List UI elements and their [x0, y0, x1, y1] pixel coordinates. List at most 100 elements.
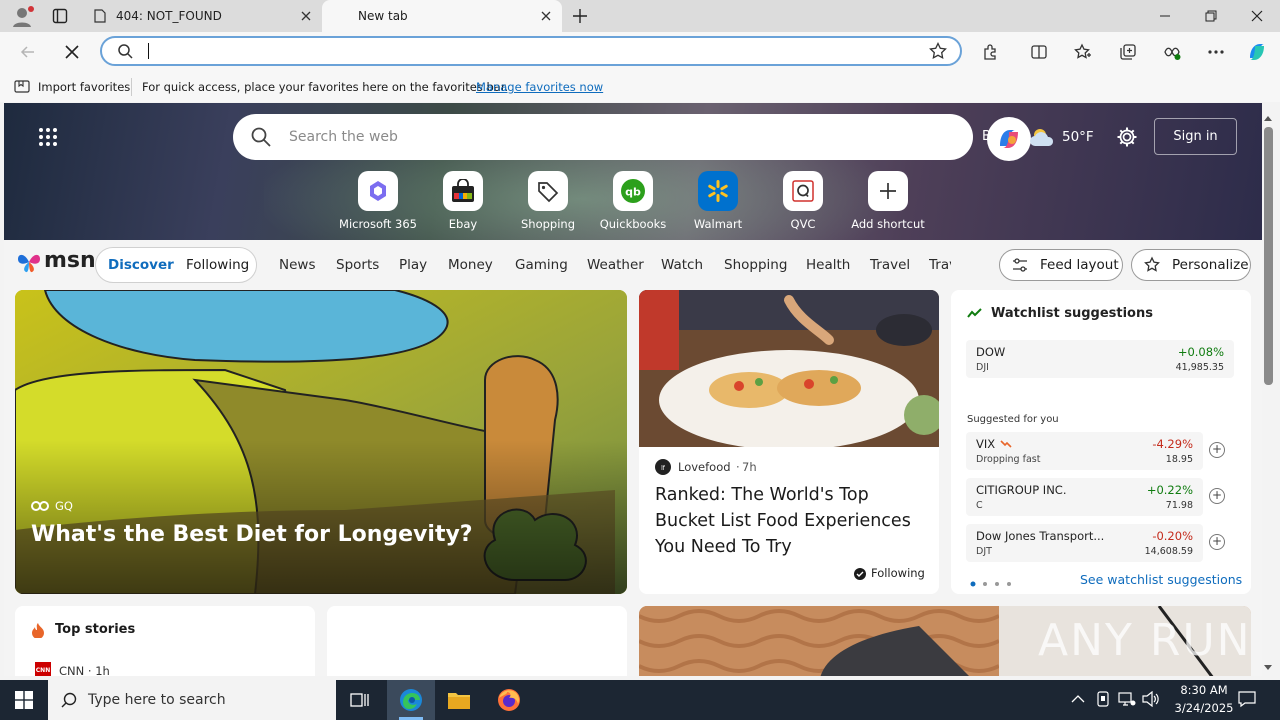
scrollbar-thumb[interactable] [1264, 127, 1273, 385]
add-to-watchlist-icon[interactable]: + [1209, 442, 1225, 458]
walmart-spark-icon [706, 179, 730, 203]
gq-logo-icon [31, 500, 49, 512]
network-icon[interactable] [1118, 691, 1136, 707]
shortcut-shopping[interactable]: Shopping [503, 171, 593, 231]
nav-weather[interactable]: Weather [587, 257, 644, 273]
text-caret [148, 43, 149, 59]
sliders-icon [1012, 258, 1028, 272]
favorite-star-icon[interactable] [929, 42, 947, 60]
watchlist-title[interactable]: Watchlist suggestions [991, 306, 1153, 321]
stock-name: CITIGROUP INC. [976, 483, 1067, 497]
browser-essentials-icon[interactable] [1158, 40, 1186, 64]
apps-grid-icon[interactable] [38, 127, 58, 147]
nav-play[interactable]: Play [399, 257, 427, 273]
web-search-box[interactable]: Search the web [233, 114, 973, 160]
stock-symbol: DJI [976, 362, 989, 373]
watchlist-item-citigroup[interactable]: CITIGROUP INC. C +0.22% 71.98 [966, 478, 1203, 516]
windows-start-icon[interactable] [15, 691, 33, 709]
msn-brand[interactable]: msn [44, 248, 96, 273]
stock-status: Dropping fast [976, 454, 1041, 465]
see-watchlist-link[interactable]: See watchlist suggestions [1080, 572, 1242, 587]
shortcut-microsoft-365[interactable]: Microsoft 365 [333, 171, 423, 231]
copilot-icon[interactable] [1243, 40, 1271, 64]
shortcut-ebay[interactable]: Ebay [418, 171, 508, 231]
more-options-icon[interactable] [1202, 40, 1230, 64]
article-source: Lovefood [678, 460, 731, 474]
minimize-icon[interactable] [1142, 0, 1188, 32]
close-window-icon[interactable] [1234, 0, 1280, 32]
shortcut-add[interactable]: Add shortcut [843, 171, 933, 231]
stock-symbol: C [976, 500, 983, 511]
nav-money[interactable]: Money [448, 257, 493, 273]
clock-date[interactable]: 3/24/2025 [1168, 701, 1240, 715]
firefox-icon[interactable] [497, 688, 521, 712]
scroll-up-icon[interactable] [1264, 110, 1272, 121]
feature-article-card[interactable]: GQ What's the Best Diet for Longevity? [15, 290, 627, 594]
show-hidden-icons-icon[interactable] [1071, 694, 1085, 704]
tab-discover[interactable]: Discover [108, 257, 174, 273]
page-icon [94, 9, 106, 23]
taskbar-edge-button[interactable] [387, 680, 435, 720]
manage-favorites-link[interactable]: Manage favorites now [476, 80, 603, 94]
nav-travel[interactable]: Travel [870, 257, 910, 273]
microsoft-365-icon [366, 179, 390, 203]
nav-shopping[interactable]: Shopping [724, 257, 787, 273]
clock-time[interactable]: 8:30 AM [1172, 683, 1236, 697]
favorites-icon[interactable] [1069, 40, 1097, 64]
watchlist-item-vix[interactable]: VIX Dropping fast -4.29% 18.95 [966, 432, 1203, 470]
nav-gaming[interactable]: Gaming [515, 257, 568, 273]
shortcut-qvc[interactable]: QVC [758, 171, 848, 231]
price-tag-icon [536, 179, 560, 203]
nav-sports[interactable]: Sports [336, 257, 379, 273]
taskbar-search-box[interactable]: Type here to search [48, 680, 336, 720]
back-icon[interactable] [14, 40, 42, 64]
cloudy-weather-icon[interactable] [1029, 127, 1057, 147]
tab-new-tab[interactable]: New tab [322, 0, 562, 32]
import-favorites-button[interactable]: Import favorites [38, 80, 130, 94]
settings-gear-icon[interactable] [1116, 126, 1138, 148]
following-label[interactable]: Following [871, 566, 925, 580]
file-explorer-icon[interactable] [447, 689, 471, 711]
article-time: 7h [742, 460, 757, 474]
personalize-label: Personalize [1172, 257, 1249, 273]
watchlist-item-dow[interactable]: DOW DJI +0.08% 41,985.35 [966, 340, 1234, 378]
tab-actions-icon[interactable] [52, 8, 68, 24]
carousel-dots[interactable] [970, 576, 1014, 590]
profile-icon[interactable] [10, 5, 34, 27]
address-bar[interactable] [100, 36, 962, 66]
add-to-watchlist-icon[interactable]: + [1209, 534, 1225, 550]
nav-travel-overflow[interactable]: Trav [929, 257, 951, 273]
personalize-button[interactable]: Personalize [1131, 249, 1251, 281]
top-stories-title[interactable]: Top stories [55, 622, 135, 637]
stop-loading-icon[interactable] [58, 40, 86, 64]
shortcut-walmart[interactable]: Walmart [673, 171, 763, 231]
device-icon[interactable] [1096, 691, 1110, 707]
sign-in-button[interactable]: Sign in [1154, 118, 1237, 155]
msn-butterfly-icon[interactable] [16, 249, 42, 275]
split-screen-icon[interactable] [1025, 40, 1053, 64]
shortcut-quickbooks[interactable]: qb Quickbooks [588, 171, 678, 231]
tab-404[interactable]: 404: NOT_FOUND [84, 0, 322, 32]
collections-icon[interactable] [1114, 40, 1142, 64]
article-title[interactable]: What's the Best Diet for Longevity? [31, 522, 611, 547]
nav-health[interactable]: Health [806, 257, 850, 273]
volume-icon[interactable] [1142, 691, 1160, 707]
scroll-down-icon[interactable] [1264, 660, 1272, 670]
new-tab-icon[interactable] [572, 8, 588, 24]
add-to-watchlist-icon[interactable]: + [1209, 488, 1225, 504]
task-view-icon[interactable] [350, 691, 370, 709]
feed-layout-button[interactable]: Feed layout [999, 249, 1123, 281]
article-title[interactable]: Ranked: The World's Top Bucket List Food… [655, 482, 930, 560]
restore-icon[interactable] [1188, 0, 1234, 32]
close-tab-icon[interactable] [300, 10, 312, 22]
extensions-icon[interactable] [977, 40, 1005, 64]
close-tab-icon[interactable] [540, 10, 552, 22]
tab-following[interactable]: Following [186, 257, 249, 273]
temperature[interactable]: 50°F [1062, 129, 1094, 145]
copilot-logo-icon[interactable] [986, 116, 1032, 162]
notifications-icon[interactable] [1238, 690, 1256, 708]
watchlist-item-djt[interactable]: Dow Jones Transport... DJT -0.20% 14,608… [966, 524, 1203, 562]
nav-watch[interactable]: Watch [661, 257, 703, 273]
nav-news[interactable]: News [279, 257, 315, 273]
food-article-card[interactable]: lf Lovefood · 7h Ranked: The World's Top… [639, 290, 939, 594]
